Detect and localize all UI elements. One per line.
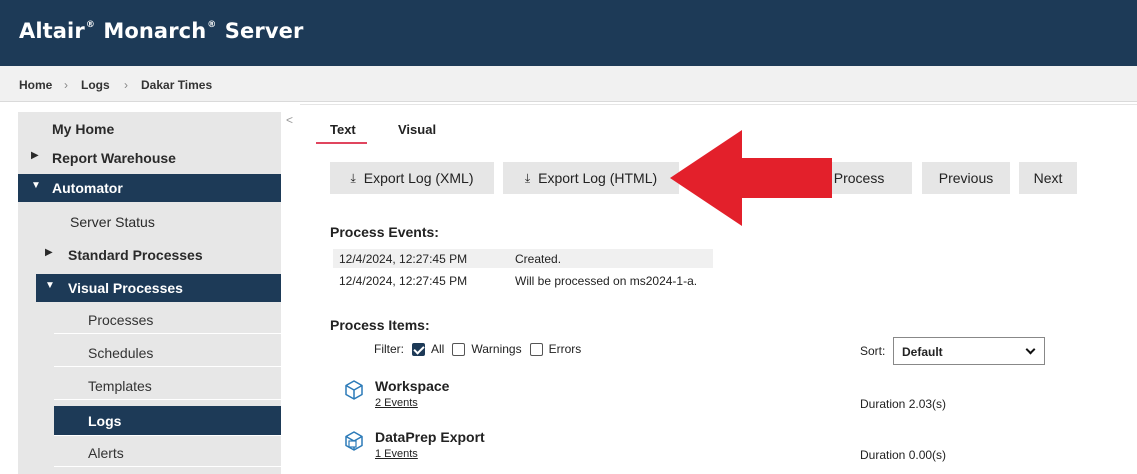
caret-down-icon: ▼ [45, 280, 55, 291]
export-xml-button[interactable]: ⤓ Export Log (XML) [330, 162, 494, 194]
filter-warnings-checkbox[interactable] [452, 342, 466, 356]
event-row: 12/4/2024, 12:27:45 PM Will be processed… [339, 274, 698, 288]
sort-label: Sort: [860, 344, 886, 358]
breadcrumb-separator-icon: › [124, 78, 128, 92]
chevron-down-icon [1025, 344, 1036, 355]
breadcrumb-separator-icon: › [64, 78, 68, 92]
sidebar-item-templates[interactable]: Templates [54, 372, 281, 400]
tab-visual[interactable]: Visual [398, 122, 436, 137]
item-events-link[interactable]: 1 Events [375, 448, 418, 460]
sidebar-item-standard-processes[interactable]: ▶ Standard Processes [18, 241, 281, 269]
sidebar-item-schedules[interactable]: Schedules [54, 339, 281, 367]
next-button[interactable]: Next [1019, 162, 1077, 194]
tab-text[interactable]: Text [330, 122, 356, 137]
sidebar-item-report-warehouse[interactable]: ▶ Report Warehouse [18, 144, 281, 172]
app-header: Altair® Monarch® Server [0, 0, 1137, 66]
caret-down-icon: ▼ [31, 180, 41, 191]
item-events-link[interactable]: 2 Events [375, 397, 418, 409]
breadcrumb-logs[interactable]: Logs [81, 78, 110, 92]
sidebar-item-alerts[interactable]: Alerts [54, 439, 281, 467]
event-row: 12/4/2024, 12:27:45 PM Created. [333, 249, 713, 268]
process-items-heading: Process Items: [330, 317, 430, 333]
annotation-arrow-icon [670, 130, 832, 226]
item-duration: Duration 0.00(s) [860, 448, 947, 462]
sidebar-item-visual-processes[interactable]: ▼ Visual Processes [36, 274, 281, 302]
app-title: Altair® Monarch® Server [19, 19, 304, 43]
active-tab-indicator [316, 142, 367, 144]
sidebar-item-my-home[interactable]: My Home [18, 115, 281, 143]
sidebar-item-automator[interactable]: ▼ Automator [18, 174, 281, 202]
caret-right-icon: ▶ [45, 247, 53, 258]
cube-export-icon [345, 431, 363, 451]
sidebar-collapse-icon[interactable]: < [286, 113, 293, 127]
filter-all-checkbox[interactable] [412, 342, 425, 356]
filter-group: Filter: All Warnings Errors [374, 342, 582, 356]
download-icon: ⤓ [524, 170, 531, 185]
sidebar-item-logs[interactable]: Logs [54, 406, 281, 436]
content-divider [300, 104, 1137, 105]
sort-select[interactable]: Default [893, 337, 1045, 365]
export-html-button[interactable]: ⤓ Export Log (HTML) [503, 162, 679, 194]
breadcrumb: Home › Logs › Dakar Times [0, 66, 1137, 102]
breadcrumb-current: Dakar Times [141, 78, 213, 92]
sidebar-item-server-status[interactable]: Server Status [18, 208, 281, 236]
cube-icon [345, 380, 363, 400]
download-icon: ⤓ [350, 170, 356, 185]
caret-right-icon: ▶ [31, 150, 39, 161]
item-title: DataPrep Export [375, 429, 485, 445]
filter-errors-checkbox[interactable] [529, 342, 543, 356]
sidebar-item-processes[interactable]: Processes [54, 306, 281, 334]
previous-button[interactable]: Previous [922, 162, 1010, 194]
item-duration: Duration 2.03(s) [860, 397, 947, 411]
item-title: Workspace [375, 378, 450, 394]
breadcrumb-home[interactable]: Home [19, 78, 52, 92]
process-events-heading: Process Events: [330, 224, 439, 240]
sidebar: My Home ▶ Report Warehouse ▼ Automator S… [18, 112, 281, 474]
